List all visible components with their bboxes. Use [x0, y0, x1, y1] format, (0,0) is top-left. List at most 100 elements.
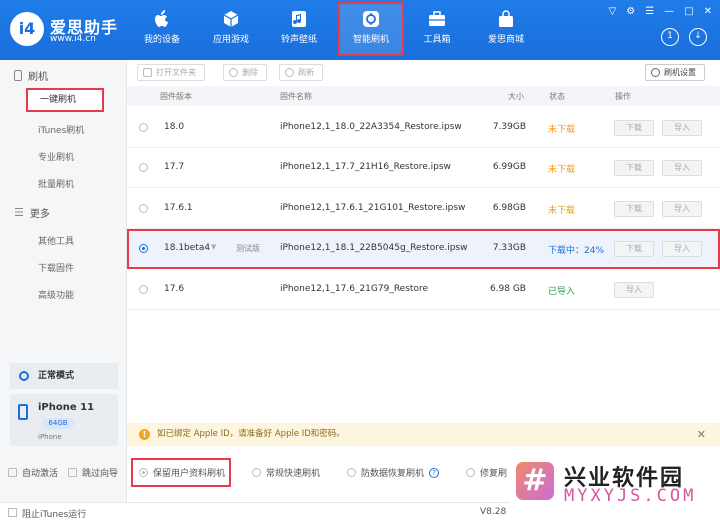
firmware-size: 6.98 GB [489, 284, 526, 294]
anti-recovery-radio[interactable]: 防数据恢复刷机 ? [347, 466, 440, 479]
download-button[interactable]: 下载 [614, 241, 654, 257]
import-button[interactable]: 导入 [662, 241, 702, 257]
nav-my-device[interactable]: 我的设备 [131, 4, 193, 54]
skip-guide-checkbox[interactable]: 跳过向导 [68, 466, 118, 479]
option-label: 防数据恢复刷机 [361, 469, 425, 479]
row-radio[interactable] [139, 244, 148, 253]
delete-button[interactable]: 删除 [223, 64, 267, 81]
flash-settings-button[interactable]: 刷机设置 [645, 64, 705, 81]
mode-icon [19, 371, 29, 381]
nav-label: 爱思商城 [487, 35, 524, 45]
sidebar-item-pro-flash[interactable]: 专业刷机 [38, 150, 74, 163]
auto-activate-checkbox[interactable]: 自动激活 [8, 466, 58, 479]
checkbox-box[interactable] [8, 468, 17, 477]
column-header-size: 大小 [508, 92, 524, 101]
radio-dot[interactable] [252, 468, 261, 477]
sidebar-item-batch-flash[interactable]: 批量刷机 [38, 177, 74, 190]
option-label: 自动激活 [22, 469, 59, 479]
refresh-icon [285, 68, 294, 77]
shirt-icon[interactable]: ▽ [609, 6, 617, 17]
firmware-version: 17.7 [164, 162, 185, 172]
refresh-button[interactable]: 刷新 [279, 64, 323, 81]
option-label: 常规快速刷机 [266, 469, 321, 479]
firmware-status: 未下载 [548, 206, 576, 216]
nav-store[interactable]: 爱思商城 [475, 4, 537, 54]
option-label: 保留用户资料刷机 [153, 469, 226, 479]
cube-icon [223, 11, 239, 27]
sidebar-group-flash: 刷机 [14, 68, 48, 83]
notice-text: 如已绑定 Apple ID，请准备好 Apple ID和密码。 [157, 429, 345, 439]
download-button[interactable]: 下载 [614, 120, 654, 136]
shopping-bag-icon [499, 10, 513, 27]
row-radio[interactable] [139, 123, 148, 132]
button-label: 刷机设置 [664, 68, 696, 77]
firmware-status: 未下载 [548, 125, 576, 135]
block-itunes-label: 阻止iTunes运行 [22, 510, 87, 520]
import-button[interactable]: 导入 [662, 201, 702, 217]
firmware-size: 7.39GB [492, 122, 526, 132]
device-card[interactable]: iPhone 11 64GB iPhone [10, 394, 118, 446]
firmware-name: iPhone12,1_17.6_21G79_Restore [280, 284, 428, 294]
toolbar: 打开文件夹 删除 刷新 刷机设置 [127, 60, 720, 86]
button-label: 删除 [242, 68, 258, 77]
delete-icon [229, 68, 238, 77]
sidebar-item-itunes-flash[interactable]: iTunes刷机 [38, 123, 84, 136]
radio-dot[interactable] [347, 468, 356, 477]
import-button[interactable]: 导入 [614, 282, 654, 298]
sidebar-item-download-firmware[interactable]: 下载固件 [38, 261, 74, 274]
sidebar-item-one-click-flash[interactable]: 一键刷机 [26, 88, 104, 112]
repair-flash-radio[interactable]: 修复刷 [466, 466, 507, 479]
radio-dot[interactable] [139, 468, 148, 477]
sidebar-group-label: 刷机 [28, 72, 48, 83]
checkbox-box[interactable] [68, 468, 77, 477]
column-header-name: 固件名称 [280, 92, 312, 101]
close-icon[interactable]: ✕ [697, 423, 706, 446]
notification-badge[interactable]: 1 [661, 28, 679, 46]
minimize-icon[interactable]: — [664, 6, 674, 17]
table-row[interactable]: 17.7 iPhone12,1_17.7_21H16_Restore.ipsw … [127, 148, 720, 188]
row-radio[interactable] [139, 285, 148, 294]
nav-toolbox[interactable]: 工具箱 [406, 4, 468, 54]
button-label: 刷新 [298, 68, 314, 77]
firmware-status: 下载中：24% [548, 246, 605, 256]
download-button[interactable]: 下载 [614, 160, 654, 176]
row-radio[interactable] [139, 163, 148, 172]
settings-icon[interactable]: ⚙ [626, 6, 635, 17]
menu-icon[interactable]: ☰ [645, 6, 654, 17]
capacity-badge: 64GB [42, 418, 74, 429]
column-header-status: 状态 [549, 92, 565, 101]
table-row[interactable]: 17.6.1 iPhone12,1_17.6.1_21G101_Restore.… [127, 189, 720, 229]
sidebar-item-advanced[interactable]: 高级功能 [38, 288, 74, 301]
table-row[interactable]: 18.0 iPhone12,1_18.0_22A3354_Restore.ips… [127, 108, 720, 148]
chevron-down-icon[interactable]: ▼ [211, 243, 216, 251]
row-radio[interactable] [139, 204, 148, 213]
phone-icon [14, 70, 22, 81]
quick-flash-radio[interactable]: 常规快速刷机 [252, 466, 320, 479]
table-row[interactable]: 17.6 iPhone12,1_17.6_21G79_Restore 6.98 … [127, 270, 720, 310]
firmware-size: 6.98GB [492, 203, 526, 213]
preserve-data-radio[interactable]: 保留用户资料刷机 [131, 458, 231, 487]
block-itunes-checkbox[interactable] [8, 508, 17, 517]
close-icon[interactable]: ✕ [704, 6, 712, 17]
table-header: 固件版本 固件名称 大小 状态 操作 [127, 86, 720, 106]
import-button[interactable]: 导入 [662, 160, 702, 176]
sidebar-group-label: 更多 [29, 209, 50, 220]
radio-dot[interactable] [466, 468, 475, 477]
import-button[interactable]: 导入 [662, 120, 702, 136]
help-icon[interactable]: ? [429, 467, 440, 478]
sidebar-item-other-tools[interactable]: 其他工具 [38, 234, 74, 247]
window-controls: ▽ ⚙ ☰ — □ ✕ [609, 6, 712, 17]
nav-ringtones[interactable]: 铃声壁纸 [268, 4, 330, 54]
maximize-icon[interactable]: □ [684, 6, 693, 17]
option-label: 修复刷 [480, 469, 508, 479]
warning-icon: ! [139, 429, 150, 440]
nav-label: 我的设备 [143, 35, 180, 45]
download-icon[interactable]: ↓ [689, 28, 707, 46]
download-button[interactable]: 下载 [614, 201, 654, 217]
firmware-version: 18.0 [164, 122, 185, 132]
nav-apps-games[interactable]: 应用游戏 [200, 4, 262, 54]
nav-label: 应用游戏 [212, 35, 249, 45]
table-row-selected[interactable]: 18.1beta4 ▼ 测试版 iPhone12,1_18.1_22B5045g… [127, 229, 720, 269]
nav-smart-flash[interactable]: 智能刷机 [338, 2, 404, 56]
open-folder-button[interactable]: 打开文件夹 [137, 64, 205, 81]
